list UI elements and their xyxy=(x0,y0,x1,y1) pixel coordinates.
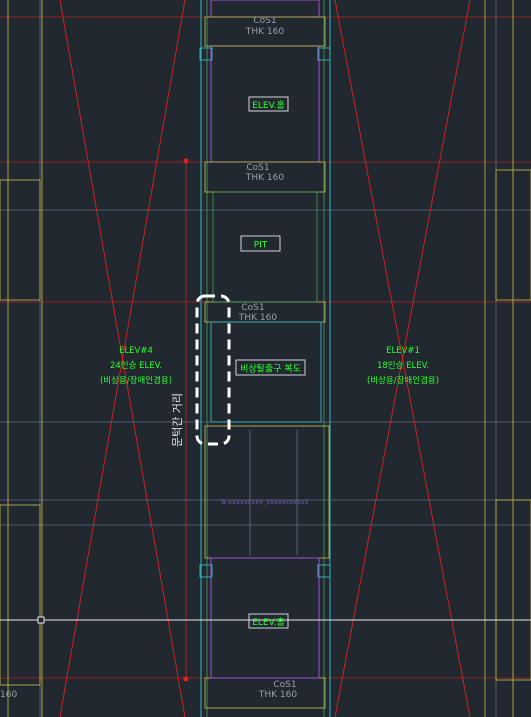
thk-label-top: THK 160 xyxy=(245,27,284,37)
thk-label-bottom: THK 160 xyxy=(258,690,297,700)
vertical-dimension-note: 문턱간 거리 xyxy=(171,393,184,447)
dimension-point-bottom xyxy=(183,676,189,682)
elev1-type: (비상용/장애인겸용) xyxy=(367,375,439,386)
elev1-capacity: 18인승 ELEV. xyxy=(377,360,429,371)
pit-label: PIT xyxy=(254,241,268,251)
elev1-name: ELEV#1 xyxy=(386,346,420,356)
cad-drawing-canvas[interactable]: CoS1 THK 160 ELEV.홀 CoS1 THK 160 PIT CoS… xyxy=(0,0,531,717)
left-edge-number: 160 xyxy=(0,690,17,700)
slab-label-bottom: CoS1 xyxy=(273,680,296,690)
guide-grip-square[interactable] xyxy=(37,616,45,624)
elev4-type: (비상용/장애인겸용) xyxy=(100,375,172,386)
slab-label-mid1: CoS1 xyxy=(246,163,269,173)
slab-label-mid2: CoS1 xyxy=(241,303,264,313)
slab-label-top: CoS1 xyxy=(253,16,276,26)
dimension-point-top xyxy=(183,158,189,164)
thk-label-mid1: THK 160 xyxy=(245,173,284,183)
center-tag-note: B-xxxxxxxxx_xxxxxxxxxxx xyxy=(222,498,309,506)
elev4-name: ELEV#4 xyxy=(119,346,153,356)
corridor-label: 비상탈출구 복도 xyxy=(240,364,301,375)
thk-label-mid2: THK 160 xyxy=(238,313,277,323)
elev-hall-top-label: ELEV.홀 xyxy=(252,99,285,111)
elev4-capacity: 24인승 ELEV. xyxy=(110,360,162,371)
elev-hall-bottom-label: ELEV.홀 xyxy=(252,616,285,628)
